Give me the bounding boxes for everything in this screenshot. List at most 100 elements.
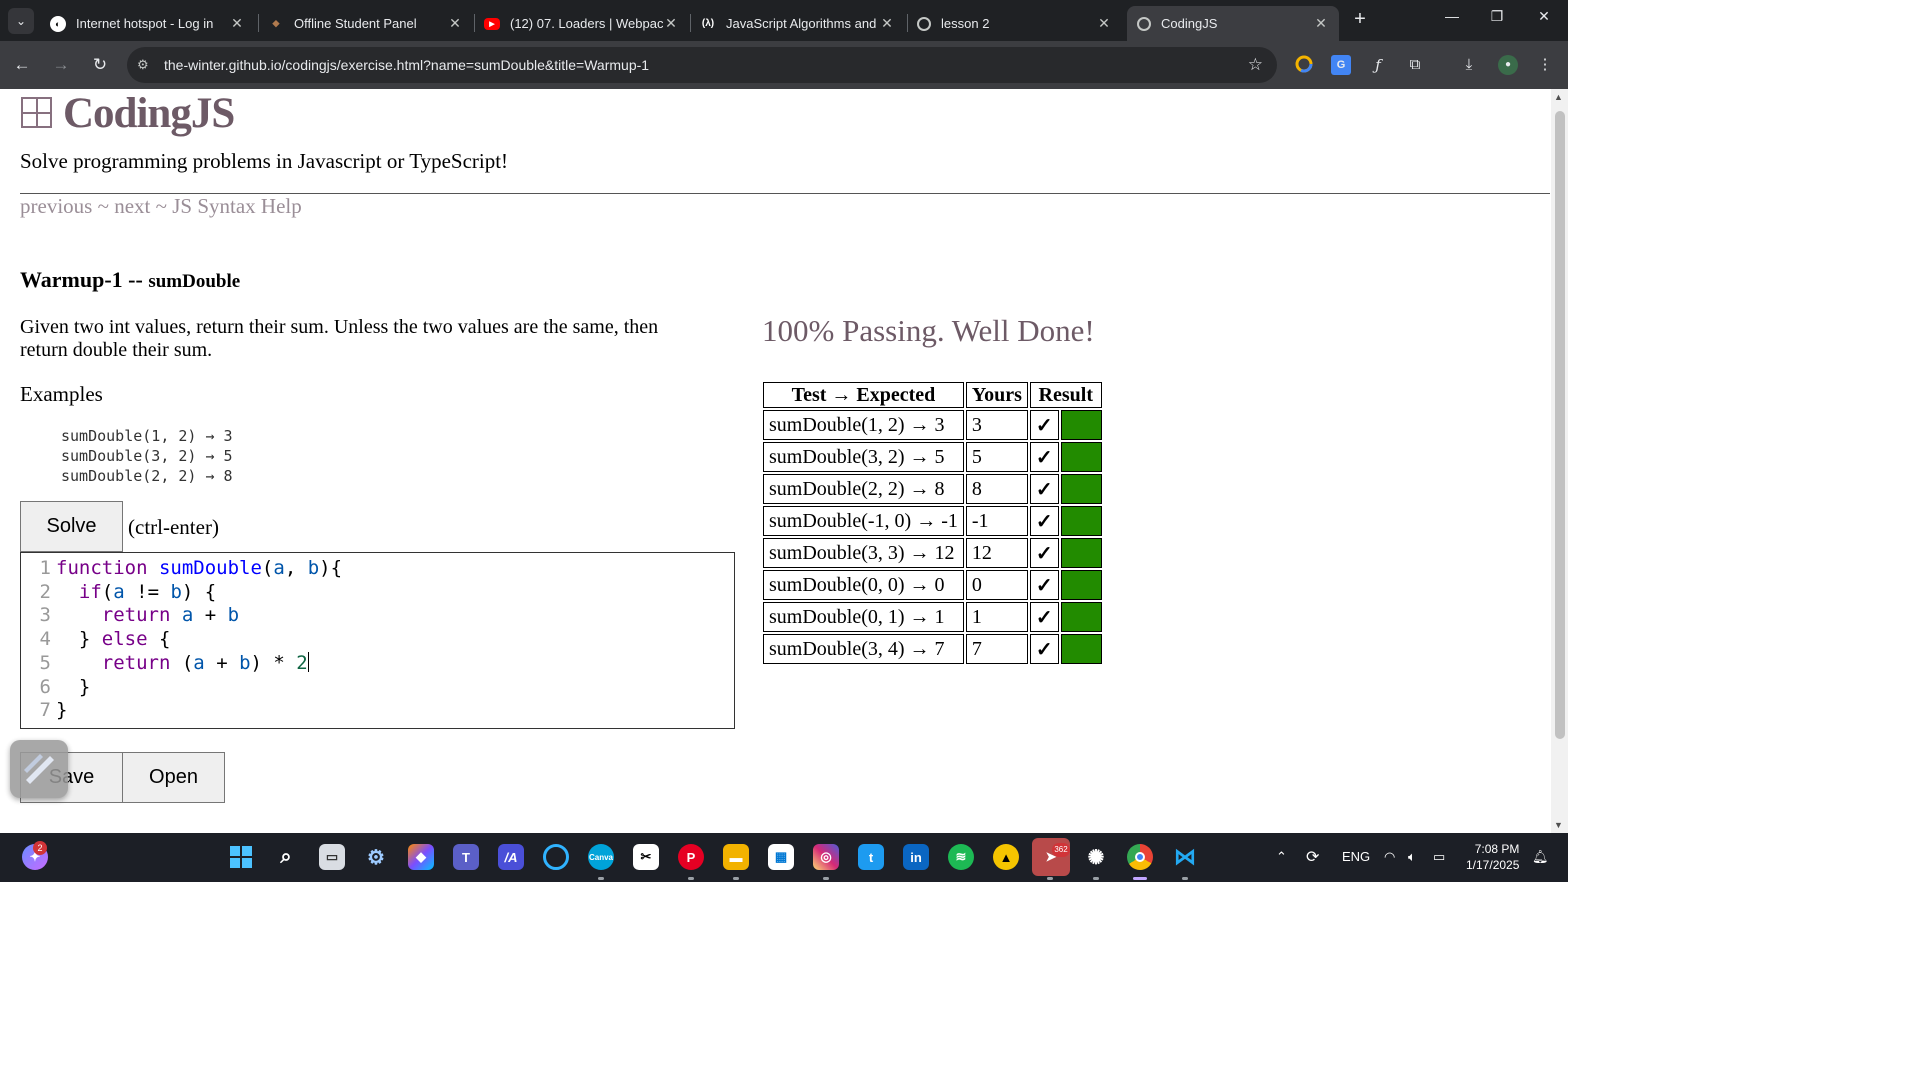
pass-indicator — [1060, 474, 1102, 504]
table-row: sumDouble(3, 2) → 5 5 ✓ — [763, 442, 1102, 472]
capcut-icon[interactable]: ✂ — [633, 844, 659, 870]
check-mark-icon: ✓ — [1029, 538, 1059, 568]
pass-indicator — [1060, 410, 1102, 440]
instagram-icon[interactable]: ◎ — [813, 844, 839, 870]
page-scrollbar[interactable]: ▲ ▼ — [1551, 89, 1568, 833]
restore-icon[interactable]: ❐ — [1474, 8, 1520, 25]
volume-icon[interactable]: 🔈︎ — [1408, 849, 1416, 865]
exercise-name: sumDouble — [148, 271, 241, 292]
test-cell: sumDouble(3, 4) → 7 — [763, 634, 964, 664]
text-cursor — [307, 651, 309, 672]
code-text[interactable]: function sumDouble(a, b){ if(a != b) { r… — [56, 557, 342, 723]
pinterest-icon[interactable]: P — [678, 844, 704, 870]
translate-icon[interactable]: G — [1331, 55, 1351, 75]
scroll-up-icon[interactable]: ▲ — [1554, 92, 1563, 102]
running-indicator — [688, 877, 694, 880]
site-info-icon[interactable]: ⚙ — [137, 57, 153, 73]
tab-search-menu-icon[interactable]: ⌄ — [8, 8, 34, 34]
floating-app-widget-icon[interactable] — [10, 740, 68, 798]
teams-icon[interactable]: T — [453, 844, 479, 870]
close-icon[interactable]: ✕ — [1313, 15, 1329, 32]
open-button[interactable]: Open — [122, 752, 225, 803]
minimize-icon[interactable]: — — [1429, 8, 1475, 24]
close-icon[interactable]: ✕ — [663, 15, 679, 32]
microsoft-store-icon[interactable]: ▦ — [768, 844, 794, 870]
close-icon[interactable]: ✕ — [879, 15, 895, 32]
tab-lesson-2[interactable]: lesson 2 ✕ — [907, 6, 1122, 41]
code-line: if(a != b) { — [78, 580, 217, 603]
close-icon[interactable]: ✕ — [1096, 15, 1112, 32]
download-icon[interactable]: ⤓ — [1459, 55, 1479, 75]
examples-list: sumDouble(1, 2) → 3 sumDouble(3, 2) → 5 … — [61, 426, 233, 486]
next-link[interactable]: next — [114, 194, 150, 218]
code-line: } — [56, 699, 68, 722]
profile-avatar[interactable]: ● — [1498, 55, 1518, 75]
running-indicator — [598, 877, 604, 880]
reload-icon[interactable]: ↻ — [88, 53, 112, 77]
close-icon[interactable]: ✕ — [447, 15, 463, 32]
test-cell: sumDouble(3, 3) → 12 — [763, 538, 964, 568]
bookmark-star-icon[interactable]: ☆ — [1248, 55, 1263, 75]
running-indicator — [733, 877, 739, 880]
notification-badge: 2 — [33, 841, 47, 855]
tab-codingjs[interactable]: CodingJS ✕ — [1127, 6, 1339, 41]
pass-indicator — [1060, 634, 1102, 664]
office-icon[interactable]: ◆ — [408, 844, 434, 870]
sync-icon[interactable]: ⟳ — [1306, 847, 1319, 867]
chrome-icon[interactable] — [1127, 844, 1153, 870]
line-number: 3 — [39, 604, 51, 627]
previous-link[interactable]: previous — [20, 194, 92, 218]
tab-student-panel[interactable]: ◆ Offline Student Panel ✕ — [258, 6, 473, 41]
syntax-help-link[interactable]: JS Syntax Help — [172, 194, 302, 218]
window-close-icon[interactable]: ✕ — [1521, 8, 1567, 25]
solve-button[interactable]: Solve — [20, 501, 123, 552]
new-tab-icon[interactable]: + — [1348, 8, 1372, 31]
forward-icon[interactable]: → — [49, 53, 73, 77]
code-editor[interactable]: 1 2 3 4 5 6 7 function sumDouble(a, b){ … — [20, 552, 735, 729]
notification-badge: 362 — [1052, 843, 1070, 857]
header-result: Result — [1029, 382, 1102, 408]
warning-app-icon[interactable]: ▲ — [993, 844, 1019, 870]
vscode-icon[interactable]: ⋈ — [1172, 844, 1198, 870]
cortana-ring-icon[interactable] — [543, 844, 569, 870]
test-cell: sumDouble(0, 1) → 1 — [763, 602, 964, 632]
color-extension-icon[interactable] — [1294, 55, 1314, 75]
linkedin-icon[interactable]: in — [903, 844, 929, 870]
back-icon[interactable]: ← — [10, 53, 34, 77]
vs-ide-icon[interactable]: /A — [498, 844, 524, 870]
pass-indicator — [1060, 538, 1102, 568]
site-logo-title[interactable]: CodingJS — [63, 89, 235, 138]
browser-menu-icon[interactable]: ⋮ — [1535, 55, 1555, 75]
canva-icon[interactable]: Canva — [588, 844, 614, 870]
notification-bell-icon[interactable]: 🔔︎ — [1532, 849, 1549, 865]
settings-gear-icon[interactable]: ⚙ — [363, 844, 389, 870]
scrollbar-thumb[interactable] — [1555, 111, 1565, 739]
tab-freecodecamp[interactable]: (λ) JavaScript Algorithms and ✕ — [690, 6, 905, 41]
wifi-icon[interactable]: ◠ — [1384, 849, 1395, 865]
scroll-down-icon[interactable]: ▼ — [1554, 820, 1563, 830]
url-text[interactable]: the-winter.github.io/codingjs/exercise.h… — [164, 57, 649, 73]
yours-cell: 8 — [965, 474, 1028, 504]
task-view-icon[interactable]: ▭ — [319, 844, 345, 870]
system-clock[interactable]: 7:08 PM 1/17/2025 — [1466, 841, 1519, 873]
start-windows-icon[interactable] — [228, 844, 254, 870]
examples-heading: Examples — [20, 382, 103, 406]
table-row: sumDouble(3, 4) → 7 7 ✓ — [763, 634, 1102, 664]
file-explorer-icon[interactable]: ▬ — [723, 844, 749, 870]
twitter-icon[interactable]: t — [858, 844, 884, 870]
test-cell: sumDouble(3, 2) → 5 — [763, 442, 964, 472]
tab-hotspot[interactable]: ◐ Internet hotspot - Log in ✕ — [40, 6, 255, 41]
spotify-icon[interactable]: ≋ — [948, 844, 974, 870]
tray-overflow-chevron-icon[interactable]: ⌃ — [1276, 849, 1287, 865]
exercise-nav: previous ~ next ~ JS Syntax Help — [20, 194, 302, 219]
formula-extension-icon[interactable]: ƒ — [1368, 55, 1388, 75]
extensions-puzzle-icon[interactable]: ⧉ — [1405, 55, 1425, 75]
tab-youtube[interactable]: ▶ (12) 07. Loaders | Webpack ✕ — [474, 6, 689, 41]
close-icon[interactable]: ✕ — [229, 15, 245, 32]
battery-icon[interactable]: ▭ — [1433, 849, 1445, 865]
input-language[interactable]: ENG — [1342, 849, 1370, 864]
chatgpt-icon[interactable]: ✺ — [1083, 844, 1109, 870]
address-bar[interactable]: ⚙ the-winter.github.io/codingjs/exercise… — [127, 47, 1277, 83]
globe-icon — [1137, 16, 1151, 31]
search-icon[interactable]: ⌕ — [273, 844, 299, 870]
